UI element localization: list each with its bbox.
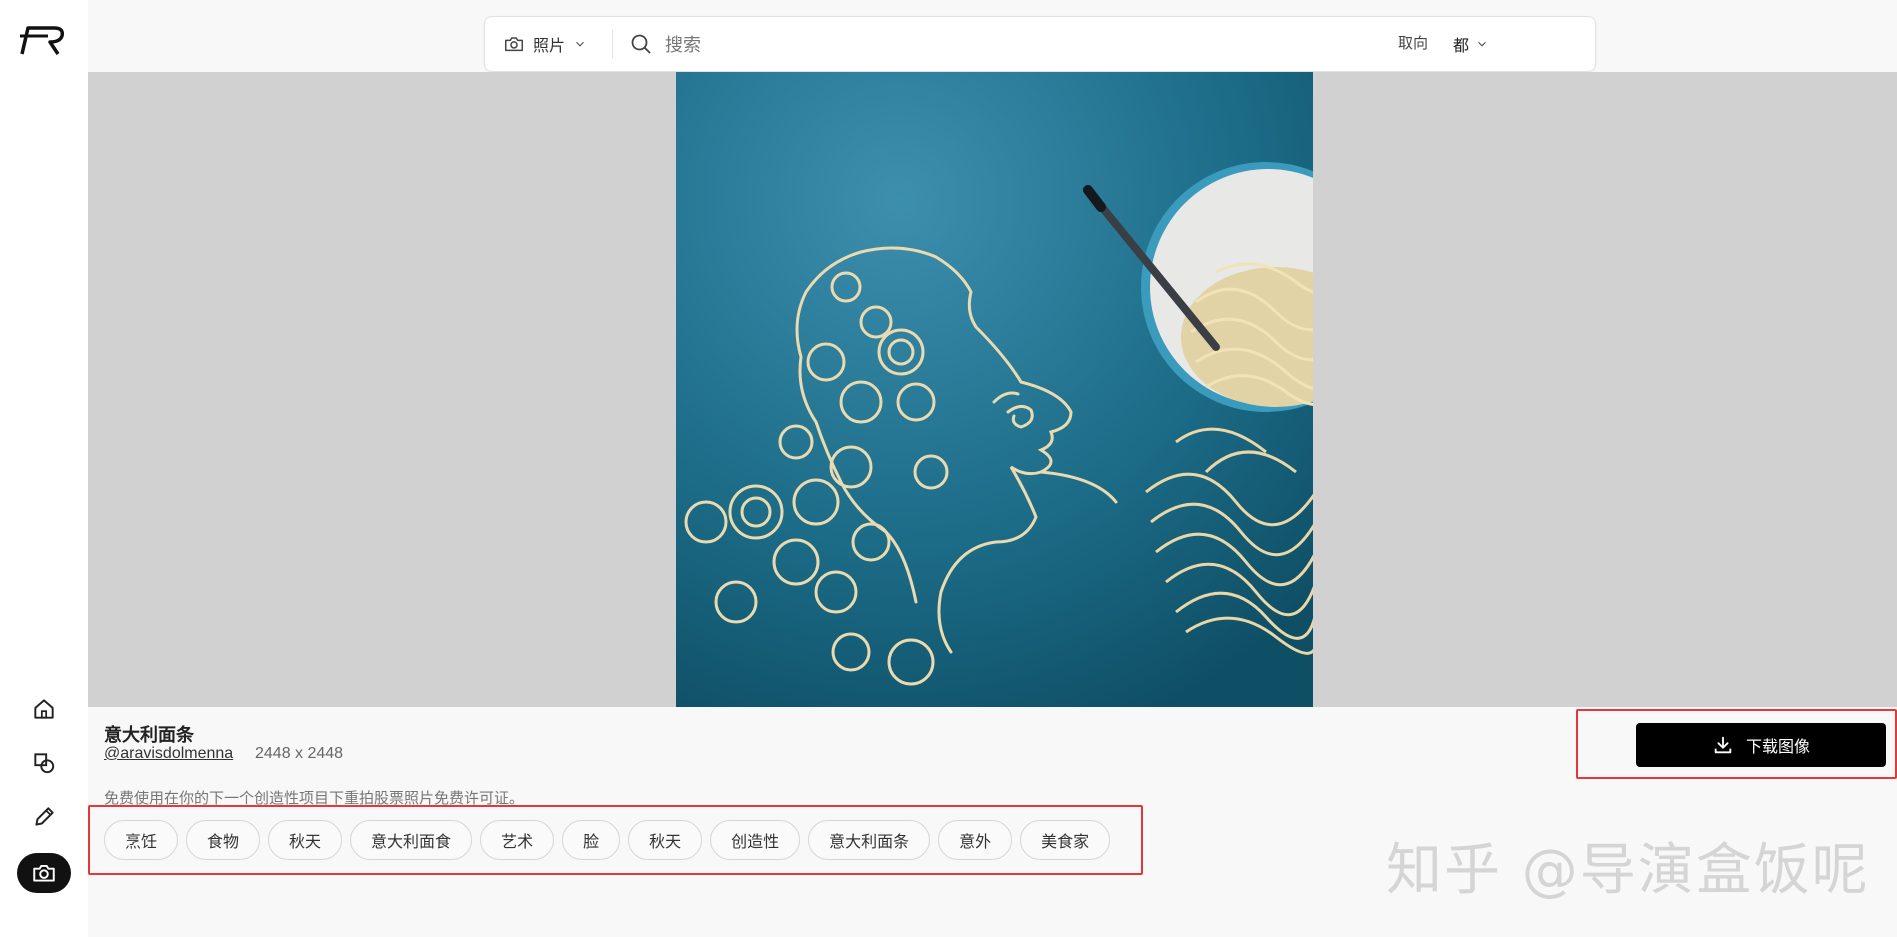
orientation-value: 都 (1453, 38, 1470, 55)
image-viewer (88, 72, 1897, 707)
tag-chip[interactable]: 意大利面食 (350, 820, 473, 860)
author-link[interactable]: @aravisdolmenna (104, 745, 233, 763)
tag-chip[interactable]: 秋天 (268, 820, 343, 860)
sidebar-photos-button[interactable] (17, 853, 71, 893)
tag-chip[interactable]: 美食家 (1020, 820, 1111, 860)
top-bar: 照片 取向 都 (88, 0, 1897, 72)
tag-chip[interactable]: 意大利面条 (808, 820, 931, 860)
photo-info-panel: 意大利面条 @aravisdolmenna 2448 x 2448 免费使用在你… (88, 707, 1897, 937)
download-icon (1714, 736, 1732, 754)
chevron-down-icon (576, 41, 584, 47)
chevron-down-icon (1478, 41, 1486, 47)
search-icon (631, 34, 651, 54)
photo-dimensions: 2448 x 2448 (255, 745, 344, 762)
tag-chip[interactable]: 意外 (938, 820, 1013, 860)
search-bar: 照片 取向 都 (484, 16, 1596, 72)
divider (612, 30, 613, 58)
sidebar-home-button[interactable] (17, 689, 71, 729)
orientation-label: 取向 (1398, 35, 1429, 52)
download-label: 下载图像 (1745, 739, 1810, 756)
tag-list: 烹饪 食物 秋天 意大利面食 艺术 脸 秋天 创造性 意大利面条 意外 美食家 (104, 820, 1111, 860)
download-button[interactable]: 下载图像 (1636, 723, 1886, 767)
tag-chip[interactable]: 秋天 (628, 820, 703, 860)
app-logo[interactable] (18, 22, 70, 58)
photo-image[interactable] (676, 72, 1313, 707)
sidebar-edit-button[interactable] (17, 797, 71, 837)
camera-icon (505, 37, 523, 52)
home-icon (34, 699, 54, 719)
pencil-icon (35, 807, 54, 826)
camera-icon (33, 864, 55, 882)
tag-chip[interactable]: 烹饪 (104, 820, 179, 860)
tag-chip[interactable]: 创造性 (710, 820, 801, 860)
photo-title: 意大利面条 (104, 725, 194, 745)
orientation-select[interactable]: 都 (1453, 17, 1489, 71)
shapes-icon (34, 753, 55, 774)
sidebar-shapes-button[interactable] (17, 743, 71, 783)
media-type-label: 照片 (533, 38, 566, 55)
search-input[interactable] (663, 27, 1267, 63)
watermark-text: 知乎 @导演盒饭呢 (1386, 838, 1870, 903)
media-type-select[interactable]: 照片 (503, 17, 587, 71)
sidebar (0, 0, 88, 937)
main-area: 照片 取向 都 (88, 0, 1897, 937)
tag-chip[interactable]: 食物 (186, 820, 261, 860)
tag-chip[interactable]: 脸 (562, 820, 621, 860)
tag-chip[interactable]: 艺术 (480, 820, 555, 860)
